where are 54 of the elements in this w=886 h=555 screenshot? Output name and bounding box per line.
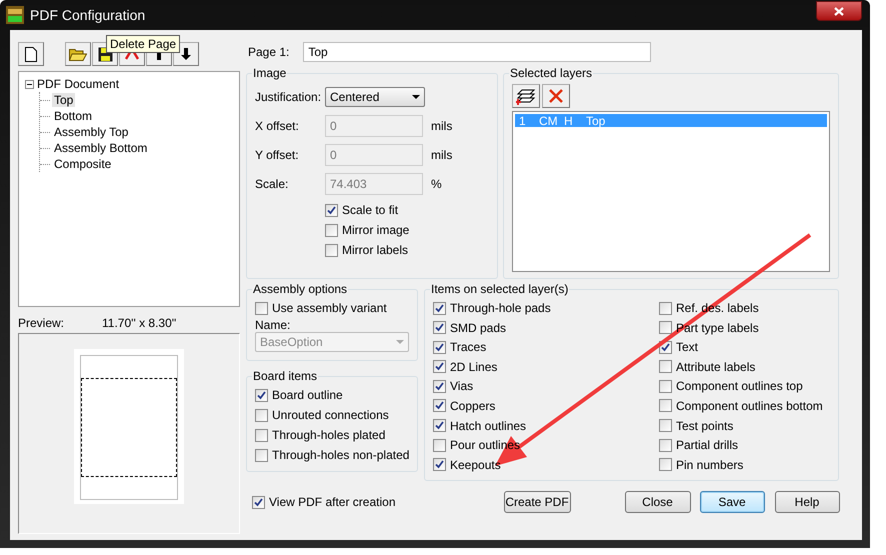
field-label: Name: (255, 318, 290, 332)
checkbox-label: Attribute labels (676, 360, 756, 374)
page-size: 11.70'' x 8.30'' (102, 316, 176, 330)
field-label: Y offset: (255, 148, 300, 162)
checkbox-label: Component outlines top (676, 379, 803, 394)
unit-label: % (431, 176, 443, 190)
checkbox-label: Hatch outlines (450, 418, 526, 433)
checkbox-label: Board outline (272, 388, 343, 402)
tree-item[interactable]: Top (52, 93, 76, 107)
checkbox-label: Through-holes non-plated (272, 448, 410, 462)
checkbox-label: Mirror labels (342, 243, 408, 257)
checkbox-label: View PDF after creation (269, 495, 396, 510)
checkbox-label: Through-hole pads (450, 301, 551, 315)
checkbox-label: Mirror image (342, 223, 410, 237)
checkbox-label: Keepouts (450, 458, 501, 472)
checkbox-label: Scale to fit (342, 203, 398, 217)
checkbox-label: Partial drills (676, 438, 738, 452)
field-label: Scale: (255, 176, 290, 190)
group-title: Selected layers (509, 66, 594, 80)
checkbox-label: SMD pads (450, 320, 506, 335)
tree-item[interactable]: Assembly Bottom (52, 141, 150, 155)
checkbox-label: Coppers (450, 398, 496, 413)
checkbox-label: Vias (450, 379, 474, 394)
dialog-button[interactable]: Close (624, 491, 690, 514)
group-title: Items on selected layer(s) (430, 282, 570, 296)
group-title: Assembly options (252, 282, 348, 296)
checkbox-label: Traces (450, 340, 486, 354)
tree-item[interactable]: Assembly Top (52, 125, 130, 139)
tree-item[interactable]: PDF Document (37, 77, 120, 91)
dialog-button[interactable]: Create PDF (504, 491, 570, 514)
tree-item[interactable]: Bottom (52, 109, 94, 123)
checkbox-label: Component outlines bottom (676, 398, 823, 413)
checkbox-label: Through-holes plated (272, 428, 386, 442)
unit-label: mils (431, 118, 454, 132)
checkbox-label: Test points (676, 418, 734, 433)
field-label: X offset: (255, 118, 300, 132)
tooltip: Delete Page (106, 35, 180, 53)
page-label: Page 1: (248, 45, 290, 59)
group-title: Board items (252, 369, 318, 383)
dialog-button[interactable]: Help (774, 491, 840, 514)
checkbox-label: Unrouted connections (272, 408, 389, 422)
field-label: Justification: (255, 90, 322, 104)
tree-item[interactable]: Composite (52, 157, 114, 171)
checkbox-label: Use assembly variant (272, 301, 387, 315)
checkbox-label: 2D Lines (450, 360, 498, 374)
justification-dropdown[interactable]: Centered (325, 86, 425, 106)
unit-label: mils (431, 148, 454, 162)
dialog-button[interactable]: Save (700, 491, 764, 514)
window-title: PDF Configuration (30, 7, 146, 23)
page-name-field[interactable]: Top (303, 42, 652, 62)
checkbox-label: Text (676, 340, 698, 354)
checkbox-label: Pin numbers (676, 458, 744, 472)
group-title: Image (252, 66, 288, 80)
preview-label: Preview: (18, 316, 64, 330)
